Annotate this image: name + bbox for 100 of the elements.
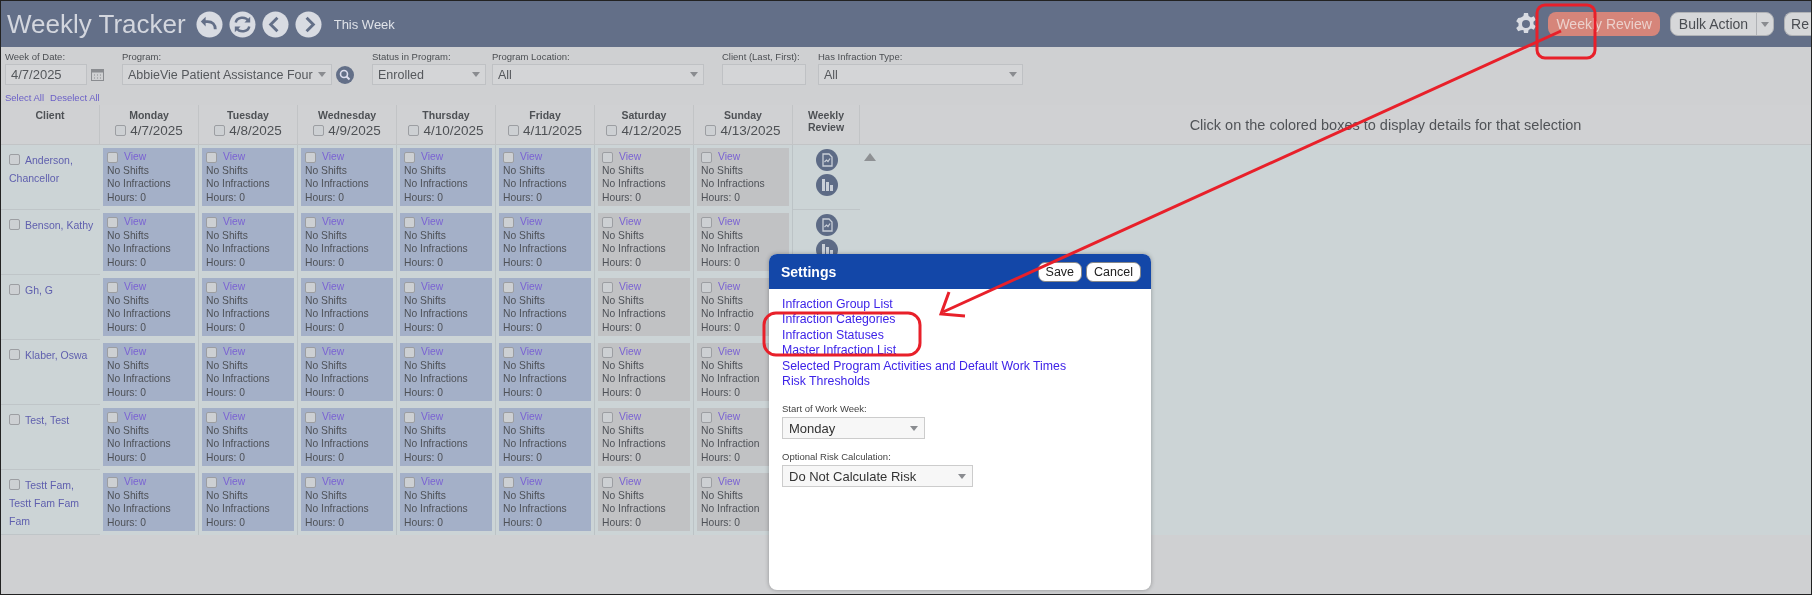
- checkbox[interactable]: [313, 125, 325, 136]
- view-link[interactable]: View: [619, 476, 642, 487]
- checkbox[interactable]: [602, 281, 613, 293]
- client-link[interactable]: Testt Fam, Testt Fam Fam Fam: [9, 476, 96, 530]
- checkbox[interactable]: [602, 216, 613, 228]
- checkbox[interactable]: [305, 151, 316, 163]
- day-cell[interactable]: View No Shifts No Infractions Hours: 0: [400, 473, 492, 531]
- checkbox[interactable]: [404, 216, 415, 228]
- day-cell[interactable]: View No Shifts No Infractions Hours: 0: [202, 408, 294, 466]
- view-link[interactable]: View: [322, 151, 345, 162]
- checkbox[interactable]: [705, 125, 717, 136]
- checkbox[interactable]: [115, 125, 127, 136]
- day-cell[interactable]: View No Shifts No Infractions Hours: 0: [598, 278, 690, 336]
- day-cell[interactable]: View No Shifts No Infractions Hours: 0: [598, 343, 690, 401]
- client-link[interactable]: Klaber, Oswa: [9, 346, 96, 364]
- client-link[interactable]: Benson, Kathy: [9, 216, 96, 234]
- day-cell[interactable]: View No Shifts No Infractions Hours: 0: [301, 213, 393, 271]
- checkbox[interactable]: [107, 151, 118, 163]
- checkbox[interactable]: [602, 476, 613, 488]
- checkbox[interactable]: [9, 414, 20, 425]
- view-link[interactable]: View: [124, 216, 147, 227]
- program-select[interactable]: AbbieVie Patient Assistance Four: [122, 64, 332, 85]
- checkbox[interactable]: [701, 411, 712, 423]
- bulk-action-button[interactable]: Bulk Action: [1669, 12, 1775, 36]
- day-cell[interactable]: View No Shifts No Infractions Hours: 0: [202, 148, 294, 206]
- view-link[interactable]: View: [421, 281, 444, 292]
- view-link[interactable]: View: [718, 216, 741, 227]
- bar-chart-icon[interactable]: [815, 174, 838, 196]
- view-link[interactable]: View: [421, 476, 444, 487]
- checkbox[interactable]: [9, 349, 20, 360]
- day-cell[interactable]: View No Shifts No Infractions Hours: 0: [400, 408, 492, 466]
- report-icon[interactable]: [815, 149, 838, 171]
- view-link[interactable]: View: [124, 281, 147, 292]
- day-cell[interactable]: View No Shifts No Infractions Hours: 0: [103, 148, 195, 206]
- risk-calculation-select[interactable]: Do Not Calculate Risk: [782, 465, 973, 488]
- view-link[interactable]: View: [322, 281, 345, 292]
- day-cell[interactable]: View No Shifts No Infractions Hours: 0: [103, 408, 195, 466]
- checkbox[interactable]: [701, 476, 712, 488]
- checkbox[interactable]: [503, 281, 514, 293]
- view-link[interactable]: View: [520, 476, 543, 487]
- checkbox[interactable]: [107, 346, 118, 358]
- settings-icon[interactable]: [1514, 12, 1539, 36]
- day-cell[interactable]: View No Shifts No Infractions Hours: 0: [499, 408, 591, 466]
- checkbox[interactable]: [701, 216, 712, 228]
- view-link[interactable]: View: [223, 216, 246, 227]
- checkbox[interactable]: [404, 151, 415, 163]
- day-cell[interactable]: View No Shifts No Infractions Hours: 0: [103, 473, 195, 531]
- refresh-icon[interactable]: [228, 10, 256, 38]
- day-cell[interactable]: View No Shifts No Infractions Hours: 0: [202, 473, 294, 531]
- day-cell[interactable]: View No Shifts No Infractions Hours: 0: [598, 148, 690, 206]
- checkbox[interactable]: [404, 476, 415, 488]
- checkbox[interactable]: [9, 284, 20, 295]
- day-cell[interactable]: View No Shifts No Infractions Hours: 0: [499, 278, 591, 336]
- checkbox[interactable]: [206, 281, 217, 293]
- checkbox[interactable]: [503, 476, 514, 488]
- view-link[interactable]: View: [124, 151, 147, 162]
- view-link[interactable]: View: [322, 216, 345, 227]
- checkbox[interactable]: [206, 151, 217, 163]
- checkbox[interactable]: [408, 125, 420, 136]
- day-cell[interactable]: View No Shifts No Infractions Hours: 0: [400, 343, 492, 401]
- view-link[interactable]: View: [619, 281, 642, 292]
- save-button[interactable]: Save: [1037, 261, 1083, 282]
- view-link[interactable]: View: [421, 216, 444, 227]
- view-link[interactable]: View: [718, 281, 741, 292]
- view-link[interactable]: View: [223, 411, 246, 422]
- view-link[interactable]: View: [718, 411, 741, 422]
- checkbox[interactable]: [503, 411, 514, 423]
- day-cell[interactable]: View No Shifts No Infractions Hours: 0: [103, 213, 195, 271]
- work-week-select[interactable]: Monday: [782, 417, 925, 440]
- view-link[interactable]: View: [124, 411, 147, 422]
- day-cell[interactable]: View No Shifts No Infractions Hours: 0: [202, 278, 294, 336]
- checkbox[interactable]: [503, 346, 514, 358]
- checkbox[interactable]: [404, 346, 415, 358]
- day-cell[interactable]: View No Shifts No Infractions Hours: 0: [598, 408, 690, 466]
- checkbox[interactable]: [206, 411, 217, 423]
- view-link[interactable]: View: [322, 346, 345, 357]
- view-link[interactable]: View: [520, 281, 543, 292]
- checkbox[interactable]: [9, 154, 20, 165]
- checkbox[interactable]: [9, 219, 20, 230]
- checkbox[interactable]: [206, 476, 217, 488]
- view-link[interactable]: View: [124, 476, 147, 487]
- checkbox[interactable]: [107, 411, 118, 423]
- day-cell[interactable]: View No Shifts No Infractions Hours: 0: [103, 278, 195, 336]
- view-link[interactable]: View: [718, 346, 741, 357]
- checkbox[interactable]: [606, 125, 618, 136]
- view-link[interactable]: View: [520, 346, 543, 357]
- view-link[interactable]: View: [520, 411, 543, 422]
- client-link[interactable]: Gh, G: [9, 281, 96, 299]
- chevron-left-icon[interactable]: [261, 10, 289, 38]
- view-link[interactable]: View: [619, 346, 642, 357]
- checkbox[interactable]: [9, 479, 20, 490]
- day-cell[interactable]: View No Shifts No Infractions Hours: 0: [202, 343, 294, 401]
- checkbox[interactable]: [602, 346, 613, 358]
- report-icon[interactable]: [815, 214, 838, 236]
- checkbox[interactable]: [701, 281, 712, 293]
- view-link[interactable]: View: [619, 151, 642, 162]
- view-link[interactable]: View: [223, 151, 246, 162]
- checkbox[interactable]: [305, 411, 316, 423]
- checkbox[interactable]: [602, 411, 613, 423]
- checkbox[interactable]: [206, 346, 217, 358]
